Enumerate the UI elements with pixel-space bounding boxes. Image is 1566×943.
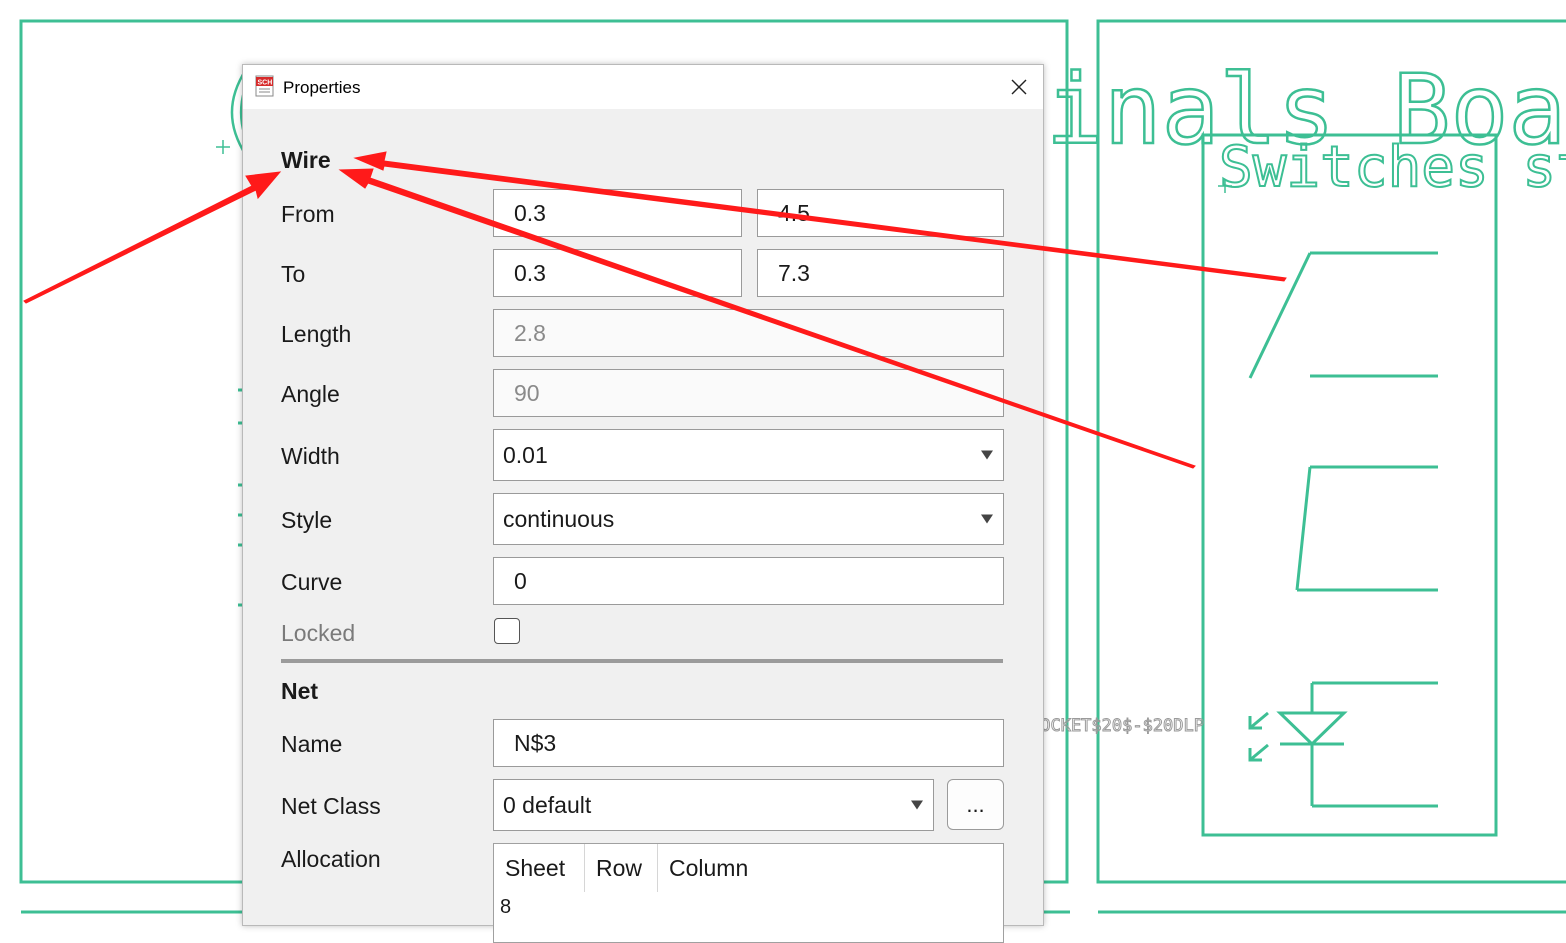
arrow-from-left [23, 171, 282, 304]
arrow-from-switch-top [353, 151, 1287, 282]
annotation-arrows [23, 151, 1287, 469]
